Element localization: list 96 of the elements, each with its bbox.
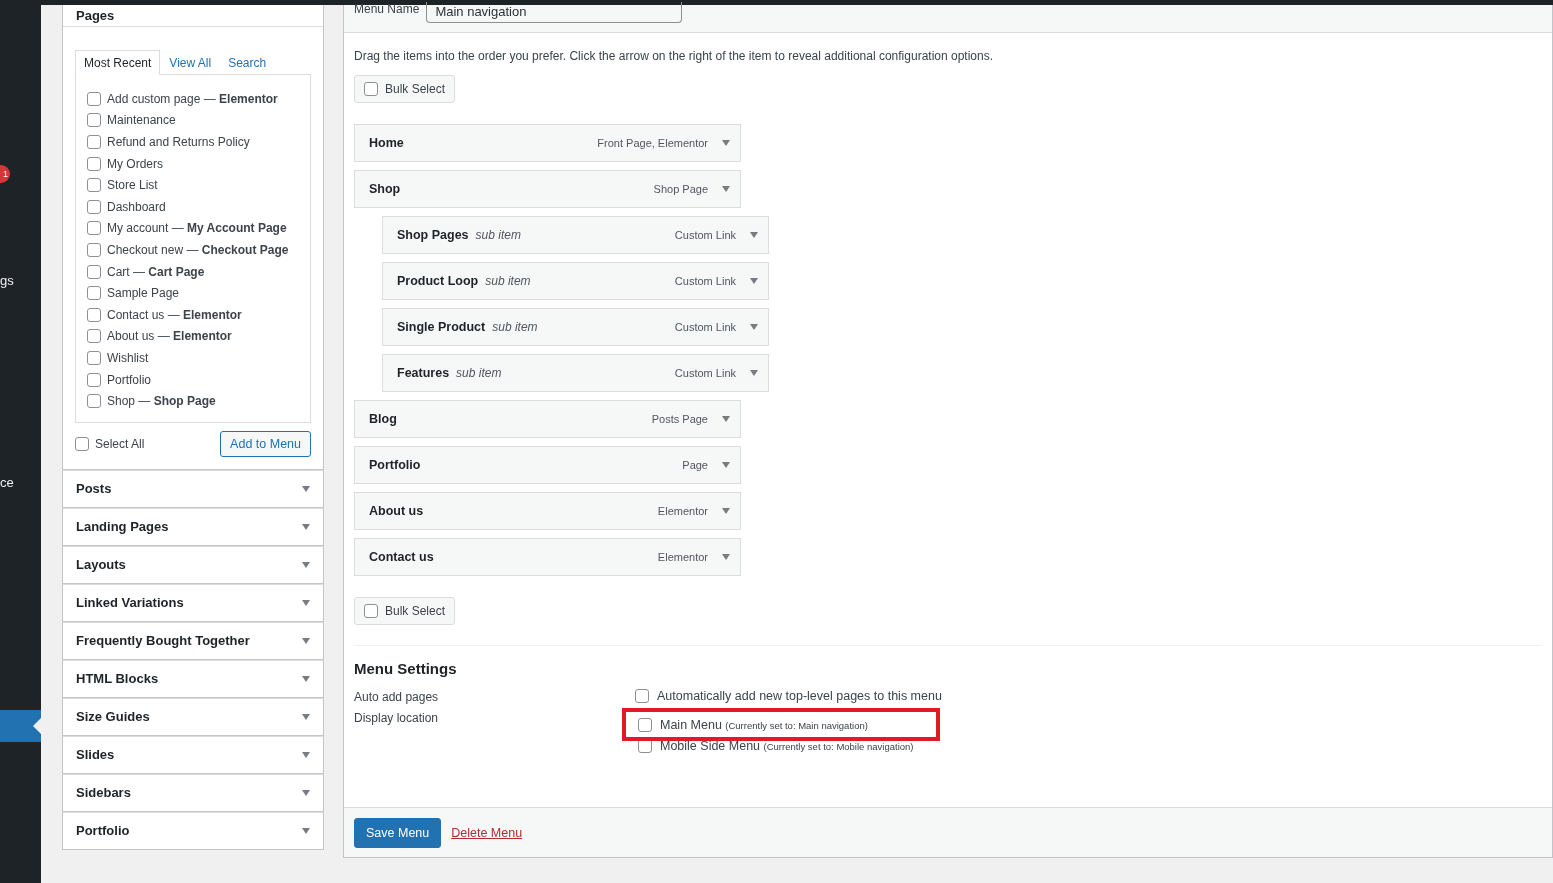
caret-icon <box>302 789 310 796</box>
menu-item[interactable]: Shop Shop Page <box>354 170 741 208</box>
accordion-section[interactable]: Landing Pages <box>62 507 324 546</box>
page-label: Dashboard <box>107 199 166 214</box>
checkbox[interactable] <box>87 242 101 257</box>
page-label: Portfolio <box>107 372 152 387</box>
caret-icon <box>722 554 730 560</box>
page-label: Shop — Shop Page <box>107 394 216 409</box>
accordion-section[interactable]: Frequently Bought Together <box>62 621 324 660</box>
caret-icon <box>302 751 310 758</box>
page-label: Store List <box>107 178 158 193</box>
caret-icon <box>722 462 730 468</box>
caret-icon <box>750 324 758 330</box>
menu-item[interactable]: Product Loop sub item Custom Link <box>382 262 769 300</box>
bulk-select-button[interactable]: Bulk Select <box>354 75 456 103</box>
caret-icon <box>302 485 310 492</box>
active-sidebar-item[interactable] <box>0 710 41 742</box>
caret-icon <box>750 278 758 284</box>
location-label: Main Menu (Currently set to: Main navigation) <box>660 718 868 732</box>
page-label: My account — My Account Page <box>107 221 287 236</box>
page-label: Maintenance <box>107 113 176 128</box>
checkbox[interactable] <box>87 286 101 301</box>
caret-icon <box>302 713 310 720</box>
page-label: Cart — Cart Page <box>107 264 205 279</box>
caret-icon <box>750 232 758 238</box>
sidebar-item[interactable]: gs <box>0 273 14 288</box>
checkbox[interactable] <box>87 91 101 106</box>
checkbox[interactable] <box>87 178 101 193</box>
checkbox[interactable] <box>638 718 652 732</box>
page-label: Wishlist <box>107 350 149 365</box>
menu-item[interactable]: Home Front Page, Elementor <box>354 124 741 162</box>
page-label: Checkout new — Checkout Page <box>107 242 289 257</box>
checkbox[interactable] <box>87 221 101 236</box>
accordion-section[interactable]: Linked Variations <box>62 583 324 622</box>
delete-menu-link[interactable]: Delete Menu <box>451 825 523 840</box>
checkbox[interactable] <box>87 135 101 149</box>
menu-item[interactable]: Contact us Elementor <box>354 538 741 576</box>
caret-icon <box>302 599 310 606</box>
option-label: Automatically add new top-level pages to this menu <box>657 688 942 703</box>
field-label: Menu Name <box>354 2 420 16</box>
checkbox[interactable] <box>87 199 101 214</box>
checkbox[interactable] <box>75 436 89 451</box>
panel-title[interactable]: Pages <box>76 8 115 23</box>
checkbox[interactable] <box>87 350 101 365</box>
select-all-label: Select All <box>95 436 145 451</box>
add-to-menu-button[interactable]: Add to Menu <box>220 430 311 457</box>
checkbox[interactable] <box>87 307 101 322</box>
accordion-section[interactable]: Layouts <box>62 545 324 584</box>
menu-item[interactable]: Shop Pages sub item Custom Link <box>382 216 769 254</box>
page-label: Add custom page — Elementor <box>107 91 278 106</box>
section-heading: Menu Settings <box>354 660 458 677</box>
caret-icon <box>302 827 310 834</box>
caret-icon <box>722 416 730 422</box>
menu-item[interactable]: About us Elementor <box>354 492 741 530</box>
checkbox[interactable] <box>87 394 101 409</box>
caret-icon <box>750 370 758 376</box>
caret-icon <box>722 140 730 146</box>
caret-icon <box>302 523 310 530</box>
accordion-section[interactable]: HTML Blocks <box>62 659 324 698</box>
save-menu-button[interactable]: Save Menu <box>354 817 442 848</box>
accordion-section[interactable]: Size Guides <box>62 697 324 736</box>
page-label: Contact us — Elementor <box>107 307 242 322</box>
tab[interactable]: Search <box>220 51 275 74</box>
checkbox[interactable] <box>87 156 101 171</box>
caret-icon <box>302 675 310 682</box>
checkbox[interactable] <box>87 372 101 387</box>
accordion-section[interactable]: Portfolio <box>62 811 324 850</box>
menu-item[interactable]: Blog Posts Page <box>354 400 741 438</box>
accordion-section[interactable]: Slides <box>62 735 324 774</box>
menu-item[interactable]: Features sub item Custom Link <box>382 354 769 392</box>
page-label: Refund and Returns Policy <box>107 135 250 149</box>
menu-item[interactable]: Single Product sub item Custom Link <box>382 308 769 346</box>
page-label: My Orders <box>107 156 163 171</box>
menu-item[interactable]: Portfolio Page <box>354 446 741 484</box>
instructions-text: Drag the items into the order you prefer. Click the arrow on the right of the item to reveal additional configuration options. <box>354 49 994 63</box>
caret-icon <box>722 186 730 192</box>
page-label: About us — Elementor <box>107 329 232 344</box>
caret-icon <box>302 637 310 644</box>
page-label: Sample Page <box>107 286 180 301</box>
checkbox[interactable] <box>87 264 101 279</box>
caret-icon <box>722 508 730 514</box>
tab[interactable]: View All <box>161 51 220 74</box>
caret-icon <box>302 561 310 568</box>
checkbox[interactable] <box>635 688 649 703</box>
location-label: Mobile Side Menu (Currently set to: Mobile navigation) <box>660 739 914 753</box>
notification-badge: 1 <box>0 165 10 183</box>
checkbox[interactable] <box>87 329 101 344</box>
accordion-section[interactable]: Sidebars <box>62 773 324 812</box>
tab[interactable]: Most Recent <box>75 50 161 75</box>
checkbox[interactable] <box>87 113 101 128</box>
sidebar-item[interactable]: ce <box>0 475 14 490</box>
setting-label: Auto add pages <box>354 689 440 704</box>
bulk-select-button[interactable]: Bulk Select <box>354 597 456 625</box>
setting-label: Display location <box>354 710 440 727</box>
menu-name-field[interactable]: Main navigation <box>426 2 683 23</box>
accordion-section[interactable]: Posts <box>62 469 324 508</box>
